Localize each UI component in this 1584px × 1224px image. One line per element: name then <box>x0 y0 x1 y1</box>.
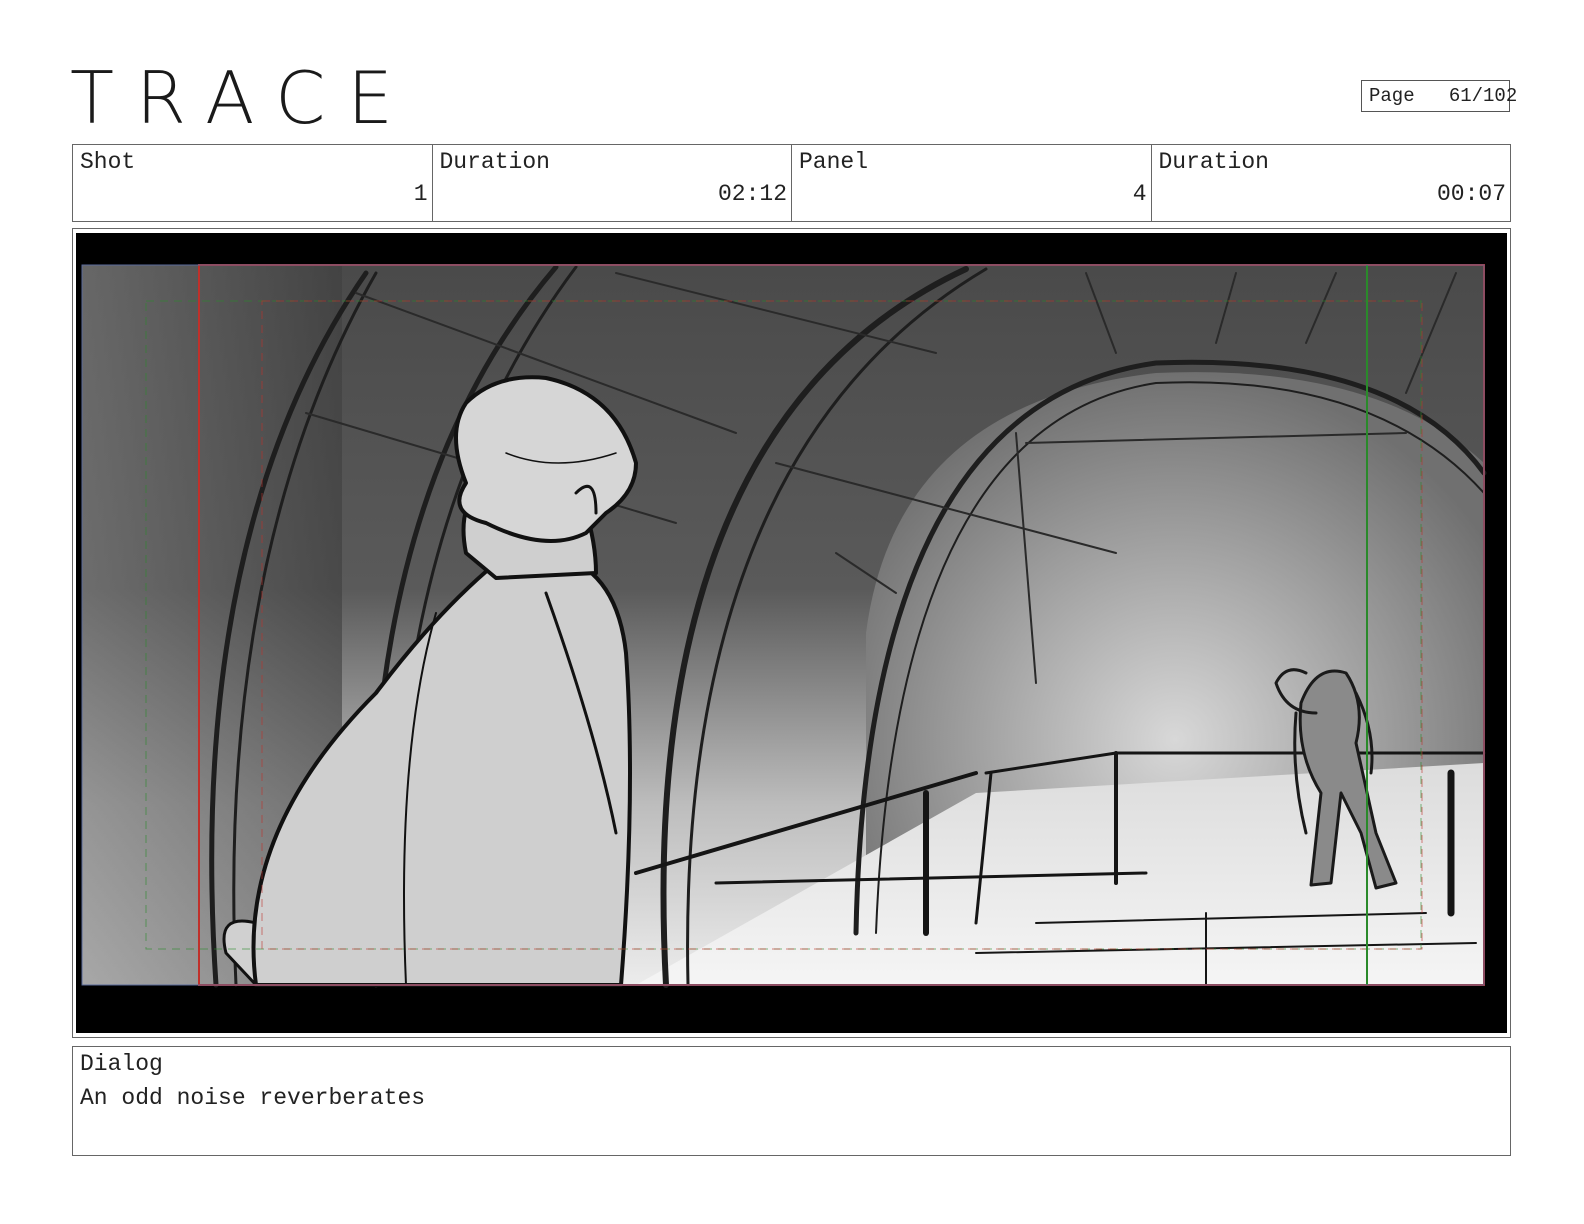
page-number: 61/102 <box>1448 85 1518 107</box>
panel-cell: Panel 4 <box>792 145 1152 221</box>
page-indicator: Page 61/102 <box>1361 80 1517 112</box>
page-label: Page <box>1369 85 1415 107</box>
dialog-box: Dialog An odd noise reverberates <box>72 1046 1511 1156</box>
panel-duration-value: 00:07 <box>1436 181 1506 207</box>
panel-duration-label: Duration <box>1158 149 1269 175</box>
shot-duration-value: 02:12 <box>717 181 787 207</box>
shot-cell: Shot 1 <box>73 145 433 221</box>
dialog-label: Dialog <box>80 1051 163 1077</box>
shot-duration-label: Duration <box>439 149 550 175</box>
panel-value: 4 <box>1132 181 1147 207</box>
storyboard-panel-image <box>76 233 1507 1033</box>
shot-value: 1 <box>413 181 428 207</box>
shot-info-row: Shot 1 Duration 02:12 Panel 4 Duration 0… <box>72 144 1511 222</box>
shot-duration-cell: Duration 02:12 <box>433 145 792 221</box>
panel-label: Panel <box>799 149 869 175</box>
dialog-text: An odd noise reverberates <box>80 1085 426 1111</box>
shot-label: Shot <box>80 149 136 175</box>
trace-logo: TRACE <box>70 56 415 140</box>
panel-duration-cell: Duration 00:07 <box>1152 145 1511 221</box>
storyboard-sketch <box>81 264 1487 988</box>
